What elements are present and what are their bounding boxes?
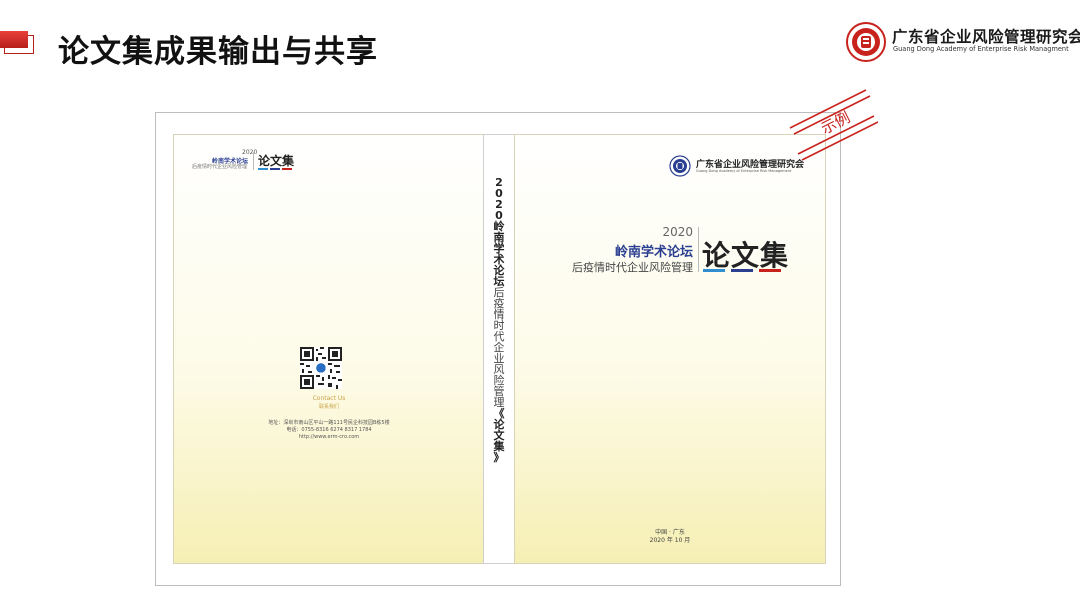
- front-org-seal-icon: [669, 155, 691, 177]
- back-divider: [253, 152, 254, 170]
- back-subtitle: 后疫情时代企业风险管理: [192, 164, 248, 170]
- front-cover: 广东省企业风险管理研究会 Guang Dong Academy of Enter…: [514, 134, 826, 564]
- front-collection-title: 论文集: [702, 239, 790, 272]
- org-logo: 广东省企业风险管理研究会 Guang Dong Academy of Enter…: [846, 22, 1080, 62]
- org-name-cn: 广东省企业风险管理研究会: [892, 28, 1080, 46]
- sample-stamp-text: 示例: [818, 108, 853, 138]
- contact-us-label: Contact Us: [312, 395, 346, 402]
- front-date: 2020 年 10 月: [649, 537, 691, 544]
- sample-stamp: 示例: [789, 89, 878, 161]
- book-spine: 2 0 2 0 岭 南 学 术 论 坛 后 疫 情 时 代 企 业 风 险 管 …: [483, 134, 515, 564]
- back-color-bars: [258, 168, 292, 170]
- front-subtitle: 后疫情时代企业风险管理: [572, 261, 693, 274]
- contact-website: http://www.erm-cro.com: [298, 434, 360, 440]
- contact-phone: 电话：0755-8316 6274 8317 1784: [286, 427, 372, 433]
- book-cover-mockup: 2020 岭南学术论坛 后疫情时代企业风险管理 论文集 Contact Us 联…: [155, 112, 841, 586]
- back-cover: 2020 岭南学术论坛 后疫情时代企业风险管理 论文集 Contact Us 联…: [173, 134, 485, 564]
- contact-us-label-cn: 联系我们: [318, 404, 339, 410]
- qr-code-icon: [300, 347, 342, 389]
- front-forum: 岭南学术论坛: [614, 245, 693, 260]
- title-accent-block: [0, 31, 28, 48]
- front-divider: [698, 227, 699, 272]
- org-seal-icon: [846, 22, 886, 62]
- back-collection-title: 论文集: [258, 154, 295, 168]
- spine-text: 2 0 2 0 岭 南 学 术 论 坛 后 疫 情 时 代 企 业 风 险 管 …: [484, 177, 514, 463]
- front-color-bars: [703, 269, 781, 272]
- page-title: 论文集成果输出与共享: [58, 34, 378, 70]
- front-org-name-en: Guang Dong Academy of Enterprise Risk Ma…: [696, 169, 792, 173]
- contact-address: 地址：深圳市南山区平山一路111号民企科技园B栋5楼: [268, 420, 390, 426]
- contact-details: 地址：深圳市南山区平山一路111号民企科技园B栋5楼 电话：0755-8316 …: [174, 420, 484, 441]
- org-name-en: Guang Dong Academy of Enterprise Risk Ma…: [893, 45, 1069, 53]
- front-year: 2020: [662, 225, 693, 239]
- back-year: 2020: [242, 149, 258, 156]
- spine-char: 》: [493, 451, 505, 464]
